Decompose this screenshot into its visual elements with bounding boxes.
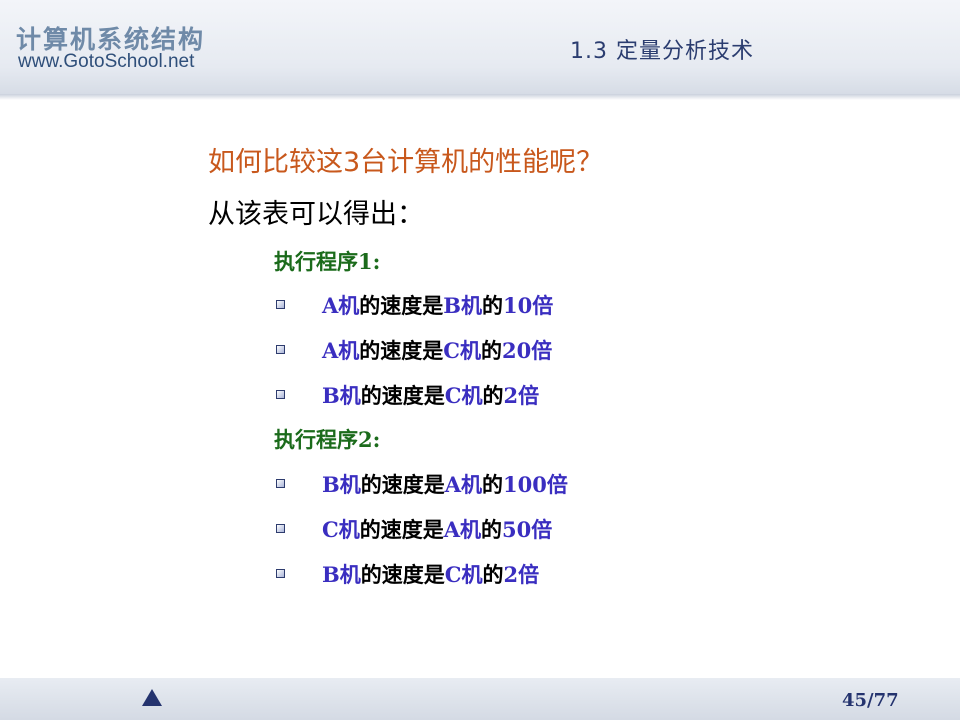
comparison-text: C机的速度是A机的50倍 (322, 517, 553, 542)
square-bullet-icon (276, 390, 285, 399)
comparison-text: A机的速度是B机的10倍 (322, 293, 554, 318)
square-bullet-icon (276, 524, 285, 533)
comparison-text: B机的速度是A机的100倍 (322, 472, 568, 497)
page-number: 45/77 (842, 690, 899, 711)
square-bullet-icon (276, 569, 285, 578)
triangle-up-icon[interactable] (142, 689, 162, 706)
program2-heading: 执行程序2: (274, 427, 381, 452)
comparison-text: A机的速度是C机的20倍 (322, 338, 553, 363)
intro-text: 从该表可以得出： (208, 199, 424, 230)
square-bullet-icon (276, 345, 285, 354)
comparison-text: B机的速度是C机的2倍 (322, 383, 540, 408)
brand-url: www.GotoSchool.net (18, 51, 195, 72)
comparison-text: B机的速度是C机的2倍 (322, 562, 540, 587)
header-divider (0, 94, 960, 100)
question-text: 如何比较这3台计算机的性能呢？ (208, 147, 604, 178)
section-title: 1.3 定量分析技术 (570, 39, 754, 64)
program1-heading: 执行程序1: (274, 249, 381, 274)
slide-header: 计算机系统结构 www.GotoSchool.net 1.3 定量分析技术 (0, 0, 960, 96)
square-bullet-icon (276, 300, 285, 309)
square-bullet-icon (276, 479, 285, 488)
footer-divider (0, 676, 960, 678)
